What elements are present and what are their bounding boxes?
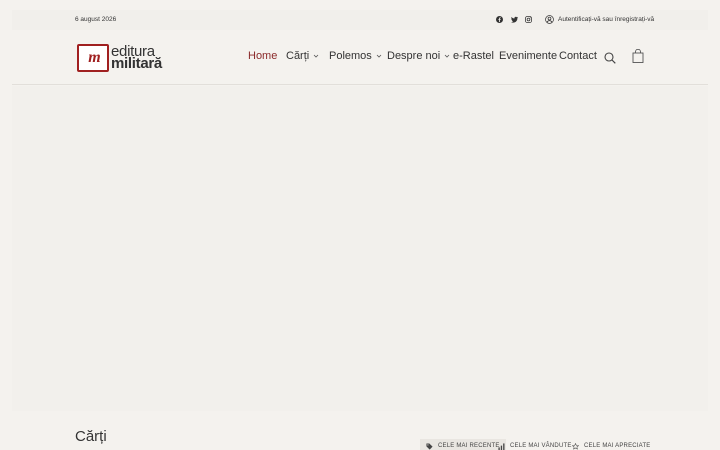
tag-icon	[426, 442, 433, 450]
search-icon[interactable]	[604, 51, 616, 69]
nav-evenimente[interactable]: Evenimente	[499, 50, 557, 62]
current-date: 6 august 2026	[75, 16, 117, 23]
site-logo[interactable]: m editura militară	[77, 43, 174, 73]
chevron-down-icon	[313, 54, 319, 58]
nav-despre-noi[interactable]: Despre noi	[387, 50, 450, 62]
top-bar: 6 august 2026 Autentificați-vă sau înreg…	[12, 10, 708, 30]
site-header: m editura militară Home Cărți Polemos De…	[12, 30, 708, 85]
shopping-bag-icon[interactable]	[632, 48, 644, 68]
login-register-link[interactable]: Autentificați-vă sau înregistrați-vă	[545, 15, 654, 24]
nav-contact[interactable]: Contact	[559, 50, 597, 62]
tab-top-rated[interactable]: CELE MAI APRECIATE	[566, 439, 657, 450]
bar-chart-icon	[498, 442, 505, 450]
star-icon	[572, 442, 579, 450]
section-title: Cărți	[75, 428, 107, 445]
nav-carti[interactable]: Cărți	[286, 50, 319, 62]
chevron-down-icon	[376, 54, 382, 58]
instagram-icon[interactable]	[524, 15, 533, 24]
facebook-icon[interactable]	[495, 15, 504, 24]
logo-line-2: militară	[111, 55, 162, 72]
nav-e-rastel[interactable]: e-Rastel	[453, 50, 494, 62]
hero-banner	[12, 86, 708, 411]
logo-mark: m	[77, 44, 109, 72]
chevron-down-icon	[444, 54, 450, 58]
tab-best-sellers[interactable]: CELE MAI VÂNDUTE	[492, 439, 578, 450]
login-label: Autentificați-vă sau înregistrați-vă	[558, 16, 655, 23]
user-icon	[545, 15, 554, 24]
nav-polemos[interactable]: Polemos	[329, 50, 382, 62]
twitter-icon[interactable]	[510, 15, 519, 24]
nav-home[interactable]: Home	[248, 50, 277, 62]
